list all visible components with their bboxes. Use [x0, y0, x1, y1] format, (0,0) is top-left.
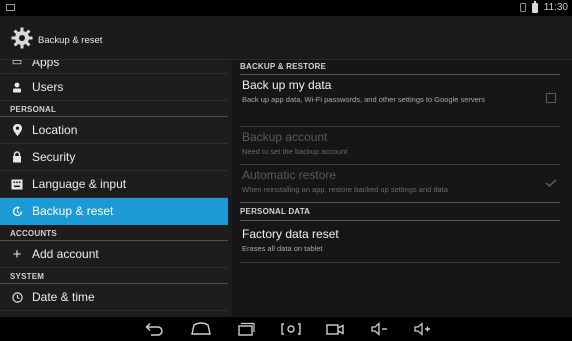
status-time: 11:30	[543, 2, 568, 13]
home-icon[interactable]	[189, 320, 213, 338]
status-bar: 11:30	[0, 0, 572, 16]
back-icon[interactable]	[143, 320, 165, 338]
sidebar-item-security[interactable]: Security	[0, 144, 228, 171]
location-icon	[10, 123, 24, 137]
clock-icon	[10, 290, 24, 304]
divider	[240, 220, 560, 221]
backup-my-data-summary: Back up app data, Wi-Fi passwords, and o…	[242, 95, 486, 104]
sidebar-item-date-time[interactable]: Date & time	[0, 284, 228, 311]
settings-sidebar[interactable]: ▭ Apps Users PERSONAL Location Security	[0, 60, 228, 317]
section-header-backup-restore: BACKUP & RESTORE	[240, 62, 327, 71]
gear-icon[interactable]	[10, 26, 34, 50]
volume-up-icon[interactable]	[412, 320, 434, 338]
apps-icon: ▭	[11, 60, 23, 68]
factory-reset-item[interactable]: Factory data reset Erases all data on ta…	[242, 227, 552, 254]
divider	[240, 262, 560, 263]
section-header-personal-data: PERSONAL DATA	[240, 207, 311, 216]
sidebar-item-apps[interactable]: ▭ Apps	[0, 60, 228, 74]
divider	[240, 164, 560, 165]
sidebar-item-backup-reset[interactable]: Backup & reset	[0, 198, 228, 225]
notification-icon	[6, 4, 15, 11]
divider	[240, 202, 560, 203]
automatic-restore-check-icon[interactable]	[545, 179, 557, 187]
sim-icon	[519, 3, 526, 12]
recents-icon[interactable]	[235, 320, 257, 338]
detail-pane: BACKUP & RESTORE Back up my data Back up…	[232, 60, 572, 317]
sidebar-item-label: Add account	[32, 247, 99, 261]
sidebar-item-users[interactable]: Users	[0, 74, 228, 101]
keyboard-icon	[10, 177, 24, 191]
volume-down-icon[interactable]	[369, 320, 391, 338]
sidebar-item-language[interactable]: Language & input	[0, 171, 228, 198]
plus-icon: +	[12, 245, 22, 263]
sidebar-item-label: Date & time	[32, 290, 95, 304]
sidebar-item-label: Language & input	[32, 177, 127, 191]
action-bar: Backup & reset	[0, 16, 572, 60]
backup-my-data-title: Back up my data	[242, 78, 332, 92]
sidebar-header-system: SYSTEM	[0, 268, 228, 284]
backup-icon	[10, 204, 24, 218]
camera-icon[interactable]	[324, 320, 346, 338]
factory-reset-title: Factory data reset	[242, 227, 339, 241]
factory-reset-summary: Erases all data on tablet	[242, 244, 323, 253]
sidebar-item-label: Location	[32, 123, 78, 137]
screenshot-icon[interactable]	[279, 320, 303, 338]
backup-account-summary: Need to set the backup account	[242, 147, 348, 156]
sidebar-header-accounts: ACCOUNTS	[0, 225, 228, 241]
divider	[240, 126, 560, 127]
backup-account-title: Backup account	[242, 130, 328, 144]
divider	[240, 74, 560, 75]
navigation-bar	[0, 317, 572, 341]
sidebar-item-label: Apps	[32, 60, 60, 69]
sidebar-item-label: Users	[32, 80, 64, 94]
users-icon	[10, 80, 24, 94]
sidebar-item-location[interactable]: Location	[0, 117, 228, 144]
backup-my-data-checkbox[interactable]	[546, 93, 556, 103]
sidebar-item-label: Backup & reset	[32, 204, 114, 218]
automatic-restore-item[interactable]: Automatic restore When reinstalling an a…	[242, 168, 552, 195]
battery-icon	[531, 0, 538, 13]
sidebar-item-label: Security	[32, 150, 76, 164]
automatic-restore-title: Automatic restore	[242, 168, 337, 182]
backup-account-item[interactable]: Backup account Need to set the backup ac…	[242, 130, 552, 157]
sidebar-header-personal: PERSONAL	[0, 101, 228, 117]
lock-icon	[10, 150, 24, 164]
sidebar-item-add-account[interactable]: + Add account	[0, 241, 228, 268]
page-title: Backup & reset	[38, 35, 103, 46]
automatic-restore-summary: When reinstalling an app, restore backed…	[242, 185, 448, 194]
backup-my-data-item[interactable]: Back up my data Back up app data, Wi-Fi …	[242, 78, 552, 105]
